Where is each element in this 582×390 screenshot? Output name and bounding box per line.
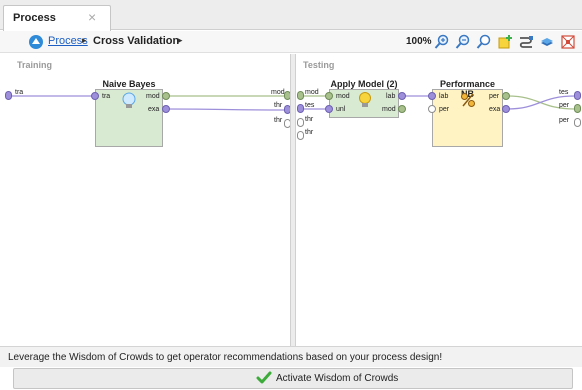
apply-model-mod-out-port[interactable] (398, 105, 406, 113)
testing-input-thr-port[interactable] (297, 118, 304, 127)
port-label: mod (271, 89, 285, 96)
tab-process[interactable]: Process × (3, 5, 111, 31)
port-label: exa (489, 106, 501, 113)
recommendation-hint-bar: Leverage the Wisdom of Crowds to get ope… (0, 346, 582, 367)
tab-bar: Process × (0, 0, 582, 31)
port-label: tra (15, 89, 24, 96)
process-canvas[interactable]: Training tra Naive Bayes tra mod exa mod… (0, 54, 582, 346)
operator-performance-nb[interactable]: Performance NB lab per per exa (432, 79, 503, 147)
training-panel-title: Training (17, 60, 53, 70)
breadcrumb-separator: ▸ (82, 35, 87, 45)
zoom-fit-icon[interactable] (476, 34, 492, 50)
port-label: mod (382, 106, 396, 113)
operator-title: Apply Model (2) (330, 79, 398, 89)
port-label: lab (386, 93, 396, 100)
testing-panel-title: Testing (303, 60, 335, 70)
breadcrumb-current: Cross Validation (93, 35, 180, 47)
performance-per-in-port[interactable] (428, 105, 436, 113)
naive-bayes-exa-port[interactable] (162, 105, 170, 113)
naive-bayes-tra-port[interactable] (91, 92, 99, 100)
port-label: thr (305, 129, 314, 136)
port-label: tes (305, 102, 315, 109)
check-icon (256, 371, 272, 384)
port-label: exa (148, 106, 160, 113)
testing-output-per-port[interactable] (574, 104, 581, 113)
port-label: tra (102, 93, 111, 100)
activate-wisdom-button[interactable]: Activate Wisdom of Crowds (13, 368, 573, 389)
port-label: per (559, 117, 570, 124)
performance-lab-port[interactable] (428, 92, 436, 100)
operator-naive-bayes[interactable]: Naive Bayes tra mod exa (95, 79, 163, 147)
port-label: per (489, 93, 500, 100)
training-input-port[interactable] (5, 91, 12, 100)
arrange-icon[interactable] (560, 34, 576, 50)
port-label: tes (559, 89, 569, 96)
recommendation-hint-text: Leverage the Wisdom of Crowds to get ope… (8, 352, 443, 363)
add-note-icon[interactable] (497, 34, 513, 50)
apply-model-lab-port[interactable] (398, 92, 406, 100)
testing-output-per-port[interactable] (574, 118, 581, 127)
breadcrumb-separator: ▸ (178, 35, 183, 45)
layer-icon[interactable] (539, 34, 555, 50)
performance-per-port[interactable] (502, 92, 510, 100)
port-label: thr (274, 102, 283, 109)
apply-model-unl-port[interactable] (325, 105, 333, 113)
testing-input-mod-port[interactable] (297, 91, 304, 100)
performance-exa-port[interactable] (502, 105, 510, 113)
naive-bayes-mod-port[interactable] (162, 92, 170, 100)
auto-wire-icon[interactable] (518, 34, 534, 50)
port-label: mod (336, 93, 350, 100)
up-level-icon[interactable] (29, 35, 43, 49)
port-label: per (559, 102, 570, 109)
port-label: mod (146, 93, 160, 100)
port-label: thr (305, 116, 314, 123)
port-label: unl (336, 106, 346, 113)
tab-label: Process (13, 12, 56, 24)
percent-icon (461, 93, 475, 107)
testing-input-thr-port[interactable] (297, 131, 304, 140)
panel-divider[interactable] (290, 54, 296, 346)
zoom-in-icon[interactable] (434, 34, 450, 50)
apply-model-mod-port[interactable] (325, 92, 333, 100)
zoom-out-icon[interactable] (455, 34, 471, 50)
lightbulb-icon (122, 92, 136, 108)
activate-wisdom-label: Activate Wisdom of Crowds (276, 373, 399, 384)
close-icon[interactable]: × (88, 9, 96, 25)
port-label: thr (274, 117, 283, 124)
testing-output-tes-port[interactable] (574, 91, 581, 100)
operator-apply-model[interactable]: Apply Model (2) mod unl lab mod (329, 79, 399, 118)
port-label: mod (305, 89, 319, 96)
lightbulb-icon (359, 92, 371, 107)
operator-title: Naive Bayes (102, 79, 156, 89)
zoom-level: 100% (406, 36, 432, 47)
testing-input-tes-port[interactable] (297, 104, 304, 113)
port-label: lab (439, 93, 449, 100)
port-label: per (439, 106, 450, 113)
process-toolbar: Process ▸ Cross Validation ▸ 100% (0, 31, 582, 53)
